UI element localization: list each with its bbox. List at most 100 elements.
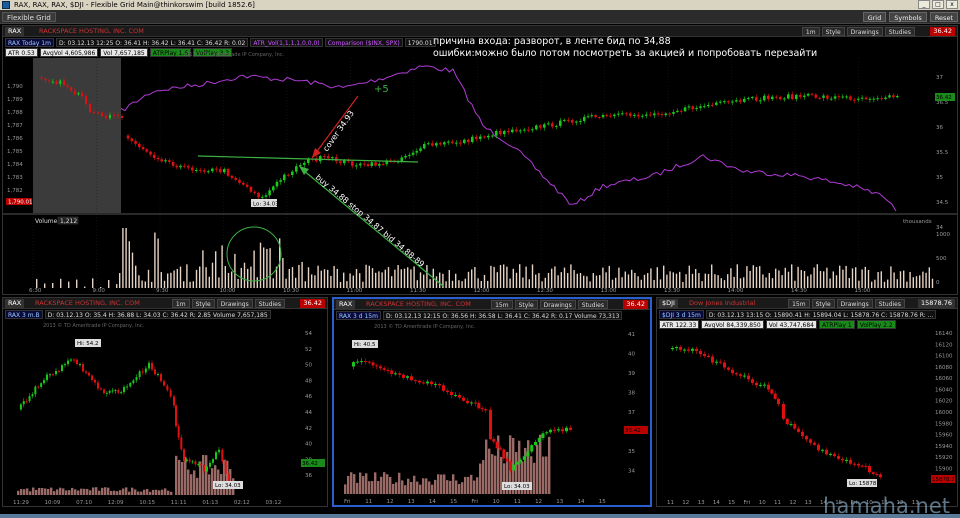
panel-chart[interactable]: 5452504846444240383611:2910:0907:1012:09… (3, 309, 327, 507)
grid-button[interactable]: Grid (862, 12, 887, 22)
session-candle (299, 164, 302, 167)
panel-chart[interactable]: 4140393837363534Fri1112131415Fri10111213… (334, 310, 650, 506)
volume-bar (509, 278, 511, 288)
volume-bar (765, 277, 767, 288)
bar-candle (458, 394, 461, 398)
axis-tick: 16060 (935, 376, 953, 382)
drawings-button[interactable]: Drawings (846, 27, 883, 36)
symbol-field[interactable]: RAX (336, 300, 356, 309)
session-candle (703, 106, 706, 108)
premarket-candle (63, 80, 65, 86)
session-candle (275, 181, 279, 187)
volume-bar (131, 487, 134, 495)
session-candle (130, 138, 134, 141)
time-tick: 11 (514, 499, 521, 505)
studies-button[interactable]: Studies (884, 27, 915, 36)
symbol-field[interactable]: RAX (5, 27, 25, 36)
volume-bar (545, 456, 548, 494)
right-axis-tick: 36 (936, 125, 943, 131)
session-candle (319, 156, 322, 162)
volume-bar (778, 270, 780, 288)
style-button[interactable]: Style (514, 300, 538, 309)
style-button[interactable]: Style (191, 299, 215, 308)
volume-bar (288, 268, 290, 288)
bar-candle (117, 390, 120, 393)
volume-bar (170, 491, 173, 495)
axis-tick: 37 (628, 410, 635, 416)
bar-candle (410, 376, 413, 381)
timeframe-button[interactable]: 15m (788, 299, 810, 308)
bar-candle (871, 472, 875, 475)
maximize-button[interactable]: □ (932, 0, 944, 9)
volume-bar (637, 276, 639, 288)
bar-candle (390, 370, 394, 374)
timeframe-button[interactable]: 1m (171, 299, 190, 308)
volume-bar (339, 281, 342, 288)
drawings-button[interactable]: Drawings (216, 299, 253, 308)
left-axis-tick: 1,785 (7, 149, 23, 155)
tab-flexible-grid[interactable]: Flexible Grid (2, 12, 56, 22)
reset-button[interactable]: Reset (929, 12, 958, 22)
bar-candle (515, 461, 519, 465)
bar-candle (224, 461, 227, 474)
volume-bar (304, 281, 306, 288)
panel-chart[interactable]: 16140 16120 16100 16080 16060 16040 16020 16000… (657, 309, 957, 507)
studies-button[interactable]: Studies (577, 300, 608, 309)
volume-bar (128, 491, 131, 495)
bar-candle (519, 459, 522, 462)
minimize-button[interactable]: _ (918, 0, 930, 9)
style-button[interactable]: Style (821, 27, 845, 36)
session-candle (378, 163, 381, 166)
axis-tick: 16120 (935, 342, 953, 348)
symbol-field[interactable]: $DJI (659, 299, 678, 308)
close-button[interactable]: x (946, 0, 958, 9)
premarket-candle (105, 116, 107, 119)
volume-bar (470, 474, 473, 494)
bar-candle (707, 355, 710, 357)
volume-bar (867, 269, 870, 288)
drawings-button[interactable]: Drawings (539, 300, 576, 309)
time-tick: 15 (599, 499, 606, 505)
bar-candle (731, 369, 734, 374)
symbols-button[interactable]: Symbols (889, 12, 927, 22)
style-button[interactable]: Style (811, 299, 835, 308)
volume-bar (377, 481, 380, 494)
volume-bar (485, 439, 488, 494)
volume-bar (899, 271, 902, 288)
volume-bar (330, 275, 332, 288)
session-candle (755, 97, 758, 101)
studies-button[interactable]: Studies (874, 299, 905, 308)
lo-label: Lo: 15878.6 (849, 481, 882, 487)
volume-bar (146, 488, 149, 495)
main-price-chart[interactable]: 1,790 1,789 1,788 1,787 1,786 1,785 1,784 1,783… (3, 36, 957, 294)
bar-candle (687, 349, 690, 351)
session-candle (637, 114, 640, 117)
session-candle (268, 190, 271, 196)
session-candle (598, 117, 601, 119)
panel-rax-15m: RAX RACKSPACE HOSTING, INC. COM 15m Styl… (332, 297, 652, 507)
bar-candle (173, 396, 175, 406)
premarket-candle (85, 96, 87, 104)
session-candle (664, 113, 668, 116)
volume-bar (269, 248, 271, 288)
volume-bar (392, 483, 395, 494)
bar-candle (454, 394, 457, 396)
session-candle (431, 143, 434, 146)
volume-bar (151, 281, 153, 288)
volume-bar (419, 484, 422, 494)
volume-bar (906, 281, 908, 288)
volume-bar (149, 491, 152, 495)
bar-candle (379, 366, 382, 369)
session-candle (579, 121, 582, 123)
studies-button[interactable]: Studies (254, 299, 285, 308)
volume-bar (50, 487, 53, 495)
timeframe-button[interactable]: 1m (801, 27, 820, 36)
timeframe-button[interactable]: 15m (491, 300, 513, 309)
session-candle (791, 94, 794, 100)
symbol-field[interactable]: RAX (5, 299, 25, 308)
drawings-button[interactable]: Drawings (836, 299, 873, 308)
volume-bar (691, 273, 694, 288)
bar-candle (206, 466, 208, 472)
volume-bar (448, 270, 450, 288)
volume-bar (698, 273, 700, 288)
